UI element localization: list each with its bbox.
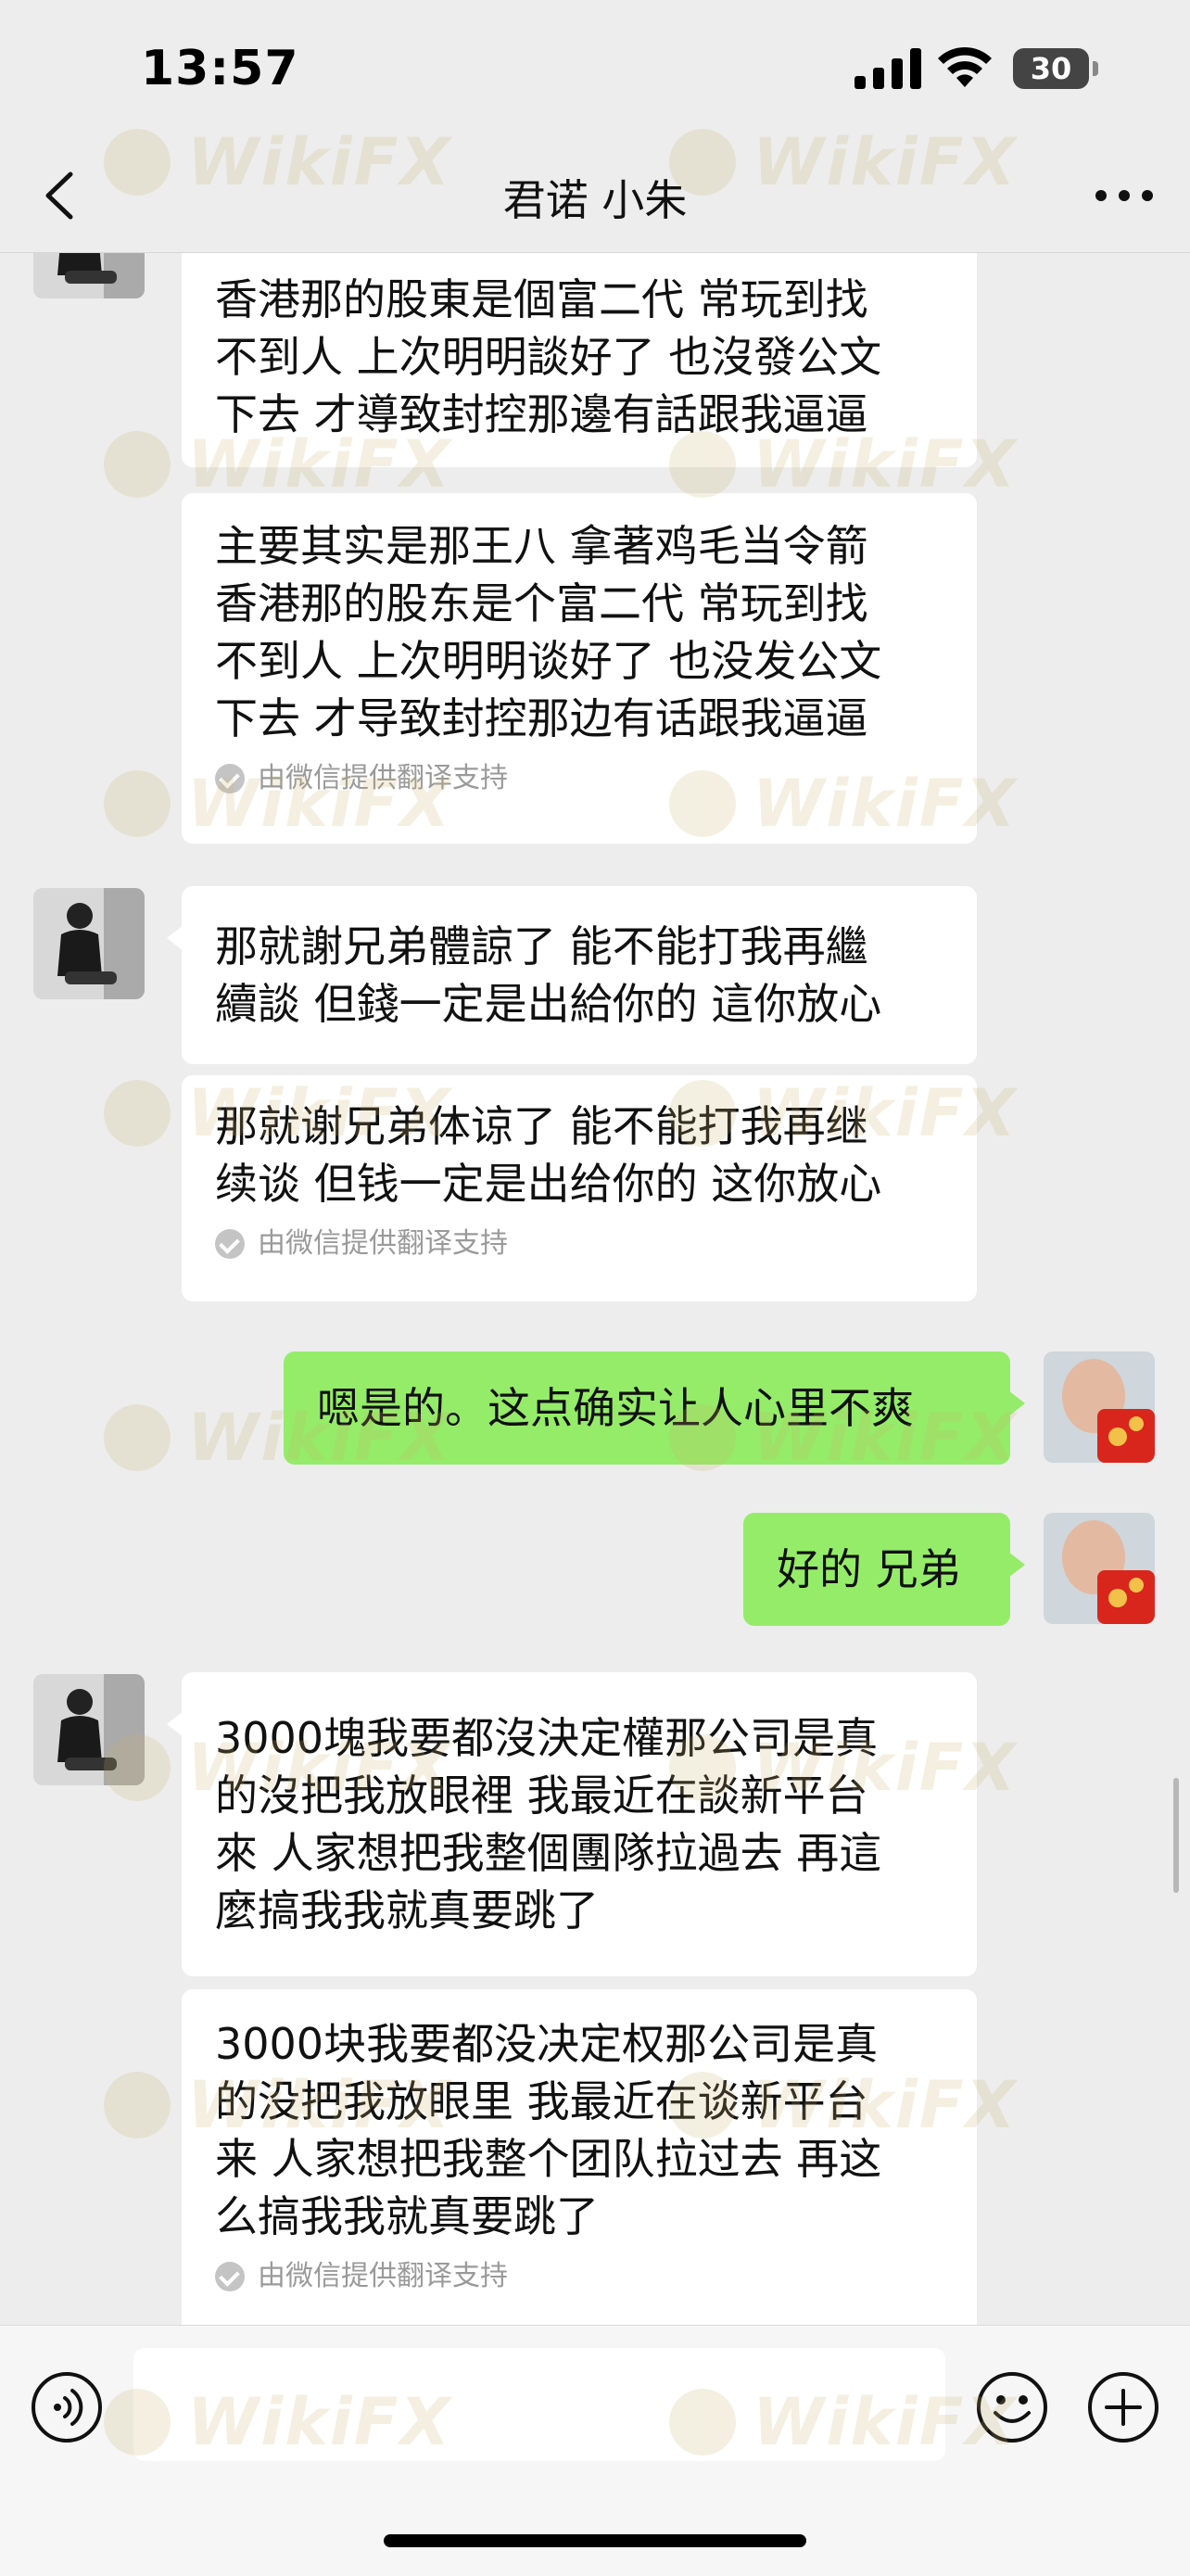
contact-avatar[interactable]: [33, 252, 145, 298]
plus-icon[interactable]: [1086, 2370, 1160, 2444]
message-text: 那就謝兄弟體諒了 能不能打我再繼 續談 但錢一定是出給你的 這你放心: [215, 921, 882, 1029]
translation-text: 那就谢兄弟体谅了 能不能打我再继 续谈 但钱一定是出给你的 这你放心: [215, 1101, 882, 1209]
my-avatar[interactable]: [1044, 1351, 1155, 1463]
status-time: 13:57: [141, 41, 299, 96]
cellular-signal-icon: [855, 48, 921, 89]
battery-icon: 30: [1013, 48, 1098, 89]
translation-note-text: 由微信提供翻译支持: [258, 1227, 508, 1260]
translation-bubble[interactable]: 主要其实是那王八 拿著鸡毛当令箭 香港那的股东是个富二代 常玩到找 不到人 上次…: [182, 493, 977, 844]
message-text: 3000塊我要都沒決定權那公司是真 的沒把我放眼裡 我最近在談新平台 來 人家想…: [215, 1713, 882, 1935]
battery-level: 30: [1013, 48, 1089, 89]
translation-text: 主要其实是那王八 拿著鸡毛当令箭 香港那的股东是个富二代 常玩到找 不到人 上次…: [215, 521, 882, 743]
check-circle-icon: [215, 1229, 245, 1259]
translation-note: 由微信提供翻译支持: [215, 760, 943, 797]
scroll-indicator[interactable]: [1173, 1778, 1179, 1893]
message-text: 好的 兄弟: [777, 1544, 961, 1594]
translation-note-text: 由微信提供翻译支持: [258, 2260, 508, 2292]
check-circle-icon: [215, 764, 245, 793]
status-bar: 13:57 30: [0, 0, 1190, 139]
check-circle-icon: [215, 2262, 245, 2291]
translation-note: 由微信提供翻译支持: [215, 1225, 943, 1263]
home-indicator[interactable]: [384, 2534, 806, 2547]
message-text: 嗯是的。这点确实让人心里不爽: [317, 1383, 914, 1433]
message-bubble[interactable]: 那就謝兄弟體諒了 能不能打我再繼 續談 但錢一定是出給你的 這你放心: [167, 886, 977, 1064]
my-avatar[interactable]: [1044, 1513, 1155, 1624]
message-bubble[interactable]: 3000塊我要都沒決定權那公司是真 的沒把我放眼裡 我最近在談新平台 來 人家想…: [167, 1672, 977, 1976]
message-input[interactable]: [133, 2348, 945, 2461]
message-bubble[interactable]: 好的 兄弟: [743, 1513, 1025, 1626]
contact-avatar[interactable]: [33, 888, 145, 999]
chat-title: 君诺 小朱: [502, 175, 688, 225]
translation-bubble[interactable]: 3000块我要都没决定权那公司是真 的没把我放眼里 我最近在谈新平台 来 人家想…: [182, 1989, 977, 2325]
message-bubble[interactable]: 香港那的股東是個富二代 常玩到找 不到人 上次明明談好了 也沒發公文 下去 才導…: [182, 252, 977, 467]
wifi-icon: [938, 46, 992, 87]
emoji-icon[interactable]: [975, 2370, 1049, 2444]
translation-note-text: 由微信提供翻译支持: [258, 762, 508, 794]
translation-bubble[interactable]: 那就谢兄弟体谅了 能不能打我再继 续谈 但钱一定是出给你的 这你放心 由微信提供…: [182, 1075, 977, 1301]
message-bubble[interactable]: 嗯是的。这点确实让人心里不爽: [284, 1351, 1025, 1465]
message-list[interactable]: 香港那的股東是個富二代 常玩到找 不到人 上次明明談好了 也沒發公文 下去 才導…: [0, 252, 1190, 2325]
message-text: 香港那的股東是個富二代 常玩到找 不到人 上次明明談好了 也沒發公文 下去 才導…: [215, 274, 882, 439]
voice-icon[interactable]: [30, 2370, 104, 2444]
translation-note: 由微信提供翻译支持: [215, 2258, 943, 2295]
more-dots-icon[interactable]: [1092, 163, 1157, 228]
chat-header: 君诺 小朱: [0, 139, 1190, 253]
translation-text: 3000块我要都没决定权那公司是真 的没把我放眼里 我最近在谈新平台 来 人家想…: [215, 2019, 882, 2241]
contact-avatar[interactable]: [33, 1674, 145, 1785]
